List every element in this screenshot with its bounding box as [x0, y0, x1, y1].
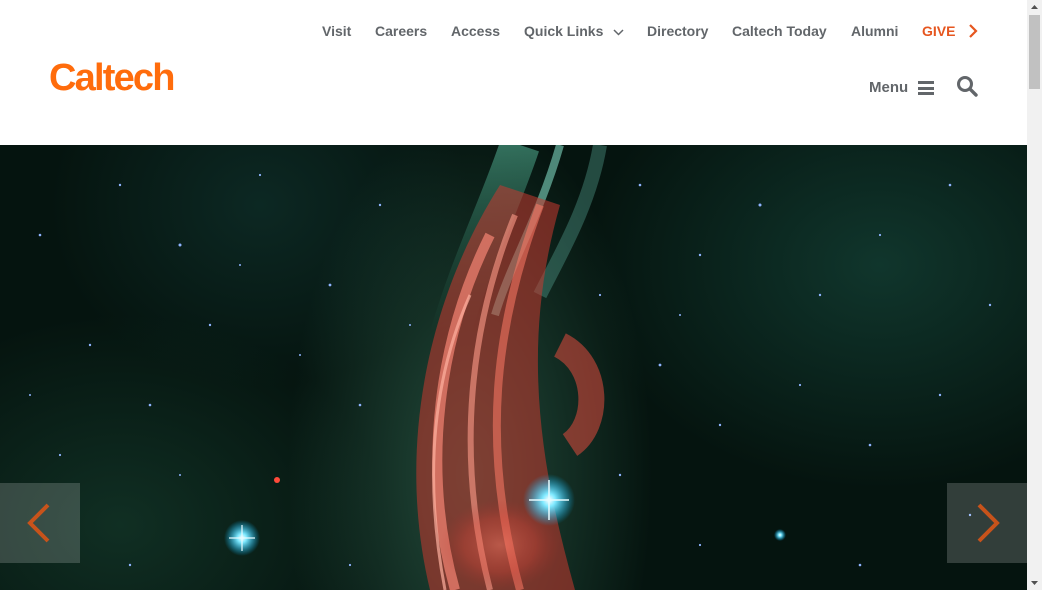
slider-prev-button[interactable]: [0, 483, 80, 563]
chevron-right-icon[interactable]: [967, 23, 979, 39]
hero-image-slider: [0, 145, 1027, 590]
nebula-image: [29, 145, 992, 590]
nav-access[interactable]: Access: [451, 21, 500, 41]
page: Caltech Visit Careers Access Quick Links…: [0, 0, 1027, 590]
nav-caltech-today[interactable]: Caltech Today: [732, 21, 827, 41]
nav-visit[interactable]: Visit: [322, 21, 351, 41]
utility-nav: Visit Careers Access Quick Links Directo…: [0, 21, 1027, 41]
scroll-up-arrow-icon[interactable]: [1027, 0, 1042, 15]
scroll-down-arrow-icon[interactable]: [1027, 575, 1042, 590]
nav-give[interactable]: GIVE: [922, 21, 955, 41]
nav-quick-links-label: Quick Links: [524, 23, 604, 39]
nav-careers[interactable]: Careers: [375, 21, 427, 41]
scrollbar-thumb[interactable]: [1029, 15, 1040, 89]
menu-label: Menu: [869, 79, 909, 96]
site-header: Caltech Visit Careers Access Quick Links…: [0, 0, 1027, 145]
nav-directory[interactable]: Directory: [647, 21, 708, 41]
nav-alumni[interactable]: Alumni: [851, 21, 898, 41]
chevron-left-icon: [27, 503, 50, 543]
caltech-logo[interactable]: Caltech: [49, 55, 175, 101]
slider-next-button[interactable]: [947, 483, 1027, 563]
hamburger-icon: [918, 81, 934, 95]
nav-quick-links[interactable]: Quick Links: [524, 21, 624, 41]
chevron-right-icon: [977, 503, 1000, 543]
vertical-scrollbar[interactable]: [1027, 0, 1042, 590]
search-icon[interactable]: [956, 75, 978, 97]
chevron-down-icon: [613, 29, 624, 36]
